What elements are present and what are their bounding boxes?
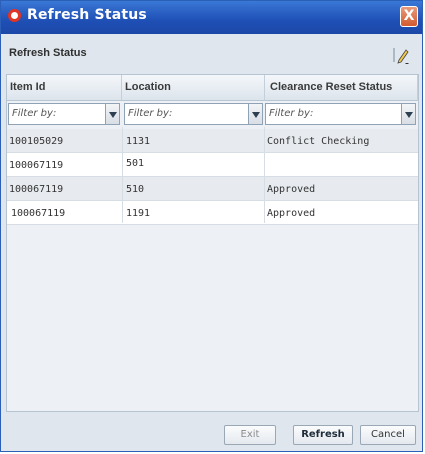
item-id-cell: 100067119: [9, 184, 64, 195]
column-divider: [122, 127, 123, 223]
table-row[interactable]: 100067119 510 Approved: [7, 177, 418, 201]
refresh-button[interactable]: Refresh: [293, 425, 353, 445]
exit-button[interactable]: Exit: [224, 425, 276, 445]
table-row[interactable]: 100067119 501: [7, 153, 418, 177]
chevron-down-icon[interactable]: [401, 104, 415, 124]
item-id-cell: 100067119: [9, 160, 64, 171]
title-bar[interactable]: Refresh Status X: [1, 1, 422, 34]
refresh-status-dialog: Refresh Status X Refresh Status Item Id …: [0, 0, 423, 452]
app-logo-icon: [8, 9, 21, 22]
status-filter-placeholder: Filter by:: [269, 108, 314, 119]
item-id-cell: 100067119: [11, 208, 66, 219]
dialog-footer: Exit Refresh Cancel: [4, 419, 419, 449]
panel-title: Refresh Status: [9, 47, 87, 59]
status-cell: Approved: [267, 208, 316, 219]
item-id-filter-placeholder: Filter by:: [12, 108, 57, 119]
edit-pencil-icon[interactable]: [393, 46, 411, 64]
column-divider: [264, 127, 265, 223]
location-filter-placeholder: Filter by:: [128, 108, 173, 119]
location-cell: 1131: [126, 136, 151, 147]
status-cell: Conflict Checking: [267, 136, 370, 147]
column-header-item-id[interactable]: Item Id: [7, 75, 122, 101]
close-button[interactable]: X: [400, 6, 418, 27]
column-header-clearance-reset-status[interactable]: Clearance Reset Status: [265, 75, 418, 101]
chevron-down-icon[interactable]: [248, 104, 262, 124]
cancel-button[interactable]: Cancel: [360, 425, 416, 445]
status-filter[interactable]: Filter by:: [265, 103, 416, 125]
item-id-filter[interactable]: Filter by:: [8, 103, 120, 125]
table-row[interactable]: 100067119 1191 Approved: [7, 201, 418, 225]
status-cell: Approved: [267, 184, 316, 195]
location-cell: 501: [126, 158, 145, 169]
window-title: Refresh Status: [27, 7, 147, 23]
location-cell: 510: [126, 184, 145, 195]
chevron-down-icon[interactable]: [105, 104, 119, 124]
item-id-cell: 100105029: [9, 136, 64, 147]
table-row[interactable]: 100105029 1131 Conflict Checking: [7, 129, 418, 153]
location-cell: 1191: [126, 208, 151, 219]
column-header-location[interactable]: Location: [122, 75, 265, 101]
location-filter[interactable]: Filter by:: [124, 103, 263, 125]
panel-header: Refresh Status: [4, 41, 419, 69]
status-table: Item Id Location Clearance Reset Status …: [6, 74, 419, 412]
